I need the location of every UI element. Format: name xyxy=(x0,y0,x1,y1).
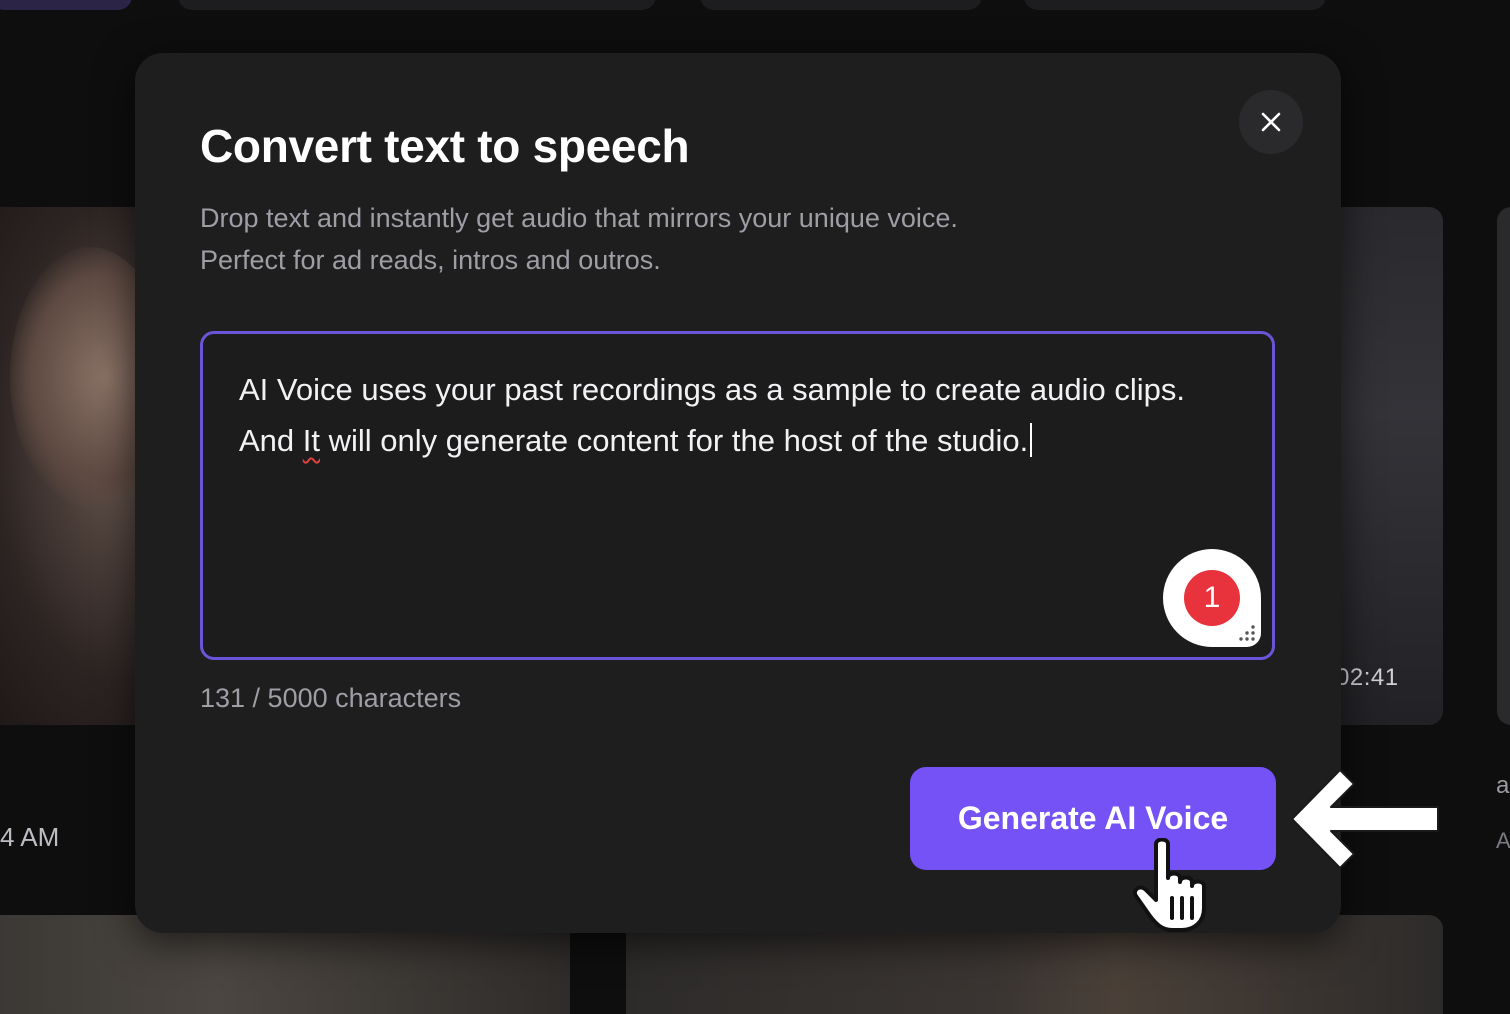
clipped-text: A xyxy=(1496,828,1510,853)
textarea-text: will only generate content for the host … xyxy=(320,423,1029,458)
arrow-left-icon xyxy=(1291,769,1439,869)
text-caret xyxy=(1030,423,1033,457)
close-icon xyxy=(1261,112,1281,132)
notification-badge: 1 xyxy=(1184,570,1240,626)
background-tile xyxy=(178,0,656,10)
dialog-title: Convert text to speech xyxy=(200,120,690,172)
grammar-assistant-button[interactable]: 1 xyxy=(1163,549,1261,647)
video-thumbnail[interactable] xyxy=(1497,207,1510,725)
description-line: Drop text and instantly get audio that m… xyxy=(200,203,958,233)
hand-pointer-icon xyxy=(1133,838,1206,932)
close-button[interactable] xyxy=(1239,90,1303,154)
description-line: Perfect for ad reads, intros and outros. xyxy=(200,245,661,275)
spellcheck-word[interactable]: It xyxy=(303,423,320,458)
clipped-text: a xyxy=(1496,772,1510,799)
video-timestamp: 4 AM xyxy=(0,822,60,852)
resize-grip-icon[interactable] xyxy=(1235,621,1257,643)
text-to-speech-dialog: Convert text to speech Drop text and ins… xyxy=(135,53,1341,933)
background-tile xyxy=(0,0,132,10)
textarea-value: AI Voice uses your past recordings as a … xyxy=(239,364,1239,466)
video-duration: 02:41 xyxy=(1336,664,1399,691)
background-tile xyxy=(1024,0,1326,10)
script-textarea[interactable]: AI Voice uses your past recordings as a … xyxy=(200,331,1275,660)
dialog-description: Drop text and instantly get audio that m… xyxy=(200,197,1200,281)
character-counter: 131 / 5000 characters xyxy=(200,683,462,713)
background-tile xyxy=(700,0,982,10)
app-stage: 02:41 4 AM a A Convert text to speech Dr… xyxy=(0,0,1510,1014)
